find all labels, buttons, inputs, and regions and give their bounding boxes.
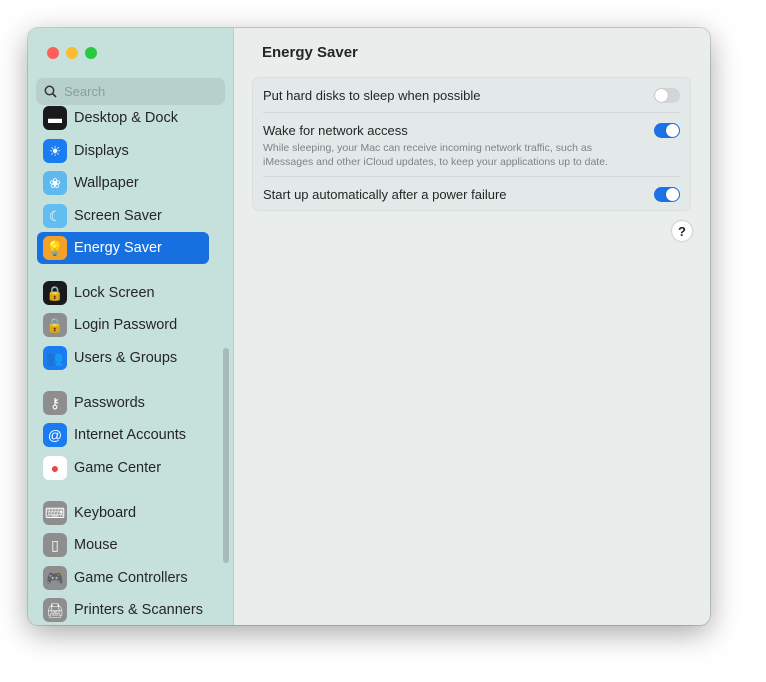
passwords-icon: ⚷ [43, 391, 67, 415]
sidebar-item-lock-screen[interactable]: 🔒 Lock Screen [37, 277, 209, 309]
sidebar-item-printers-scanners[interactable]: 🖨 Printers & Scanners [37, 594, 209, 625]
sidebar-item-label: Keyboard [74, 505, 137, 521]
screen-saver-icon: ☾ [43, 204, 67, 228]
sidebar-item-label: Lock Screen [74, 285, 155, 301]
internet-accounts-icon: @ [43, 423, 67, 447]
search-icon [44, 85, 57, 98]
desktop-dock-icon: ▬ [43, 106, 67, 130]
minimize-button[interactable] [66, 47, 78, 59]
sidebar-item-users-groups[interactable]: 👥 Users & Groups [37, 342, 209, 374]
close-button[interactable] [47, 47, 59, 59]
sidebar-item-energy-saver[interactable]: 💡 Energy Saver [37, 232, 209, 264]
lock-screen-icon: 🔒 [43, 281, 67, 305]
search-placeholder: Search [64, 84, 106, 99]
page-title: Energy Saver [262, 44, 358, 61]
setting-row-wake-network: Wake for network access While sleeping, … [263, 123, 640, 169]
sidebar-item-label: Printers & Scanners [74, 602, 203, 618]
sidebar-scrollbar[interactable] [223, 348, 229, 563]
sidebar-item-displays[interactable]: ☀ Displays [37, 135, 209, 167]
auto-startup-toggle[interactable] [654, 187, 680, 202]
users-groups-icon: 👥 [43, 346, 67, 370]
keyboard-icon: ⌨ [43, 501, 67, 525]
settings-group: Put hard disks to sleep when possible Wa… [252, 77, 691, 211]
sidebar-item-label: Login Password [74, 317, 178, 333]
sidebar-item-desktop-dock[interactable]: ▬ Desktop & Dock [37, 102, 209, 134]
game-center-icon: ● [43, 456, 67, 480]
setting-label: Wake for network access [263, 123, 408, 138]
setting-row-hard-disk-sleep: Put hard disks to sleep when possible [263, 88, 680, 103]
sidebar-item-game-controllers[interactable]: 🎮 Game Controllers [37, 562, 209, 594]
setting-label: Put hard disks to sleep when possible [263, 88, 481, 103]
sidebar-item-label: Screen Saver [74, 208, 162, 224]
sidebar-item-label: Passwords [74, 395, 145, 411]
main-pane: Energy Saver Put hard disks to sleep whe… [234, 28, 710, 625]
setting-label: Start up automatically after a power fai… [263, 187, 507, 202]
sidebar-item-login-password[interactable]: 🔒 Login Password [37, 309, 209, 341]
sidebar-item-screen-saver[interactable]: ☾ Screen Saver [37, 200, 209, 232]
sidebar-item-label: Mouse [74, 537, 118, 553]
divider [263, 112, 680, 113]
sidebar-item-keyboard[interactable]: ⌨ Keyboard [37, 497, 209, 529]
mouse-icon: ▯ [43, 533, 67, 557]
sidebar-item-label: Internet Accounts [74, 427, 187, 443]
sidebar-item-label: Desktop & Dock [74, 110, 178, 126]
sidebar-item-label: Energy Saver [74, 240, 162, 256]
window-controls [47, 47, 97, 59]
sidebar-item-wallpaper[interactable]: ❀ Wallpaper [37, 167, 209, 199]
sidebar-item-internet-accounts[interactable]: @ Internet Accounts [37, 419, 209, 451]
energy-saver-icon: 💡 [43, 236, 67, 260]
game-controllers-icon: 🎮 [43, 566, 67, 590]
sidebar-item-passwords[interactable]: ⚷ Passwords [37, 387, 209, 419]
sidebar-item-label: Users & Groups [74, 350, 178, 366]
sidebar-item-label: Displays [74, 143, 129, 159]
wake-network-toggle[interactable] [654, 123, 680, 138]
sidebar-item-mouse[interactable]: ▯ Mouse [37, 529, 209, 561]
sidebar: Search ▬ Desktop & Dock ☀ Displays ❀ Wallpape… [28, 28, 234, 625]
wallpaper-icon: ❀ [43, 171, 67, 195]
sidebar-item-label: Wallpaper [74, 175, 139, 191]
login-password-icon: 🔒 [43, 313, 67, 337]
sidebar-item-label: Game Controllers [74, 570, 188, 586]
displays-icon: ☀ [43, 139, 67, 163]
search-input[interactable]: Search [36, 78, 225, 105]
setting-description: While sleeping, your Mac can receive inc… [263, 142, 608, 168]
setting-row-auto-startup: Start up automatically after a power fai… [263, 187, 680, 202]
settings-window: Search ▬ Desktop & Dock ☀ Displays ❀ Wallpape… [28, 28, 710, 625]
help-button[interactable]: ? [672, 221, 692, 241]
divider [263, 176, 680, 177]
printers-scanners-icon: 🖨 [43, 598, 67, 622]
hard-disk-sleep-toggle[interactable] [654, 88, 680, 103]
sidebar-item-game-center[interactable]: ● Game Center [37, 452, 209, 484]
zoom-button[interactable] [85, 47, 97, 59]
sidebar-item-label: Game Center [74, 460, 162, 476]
